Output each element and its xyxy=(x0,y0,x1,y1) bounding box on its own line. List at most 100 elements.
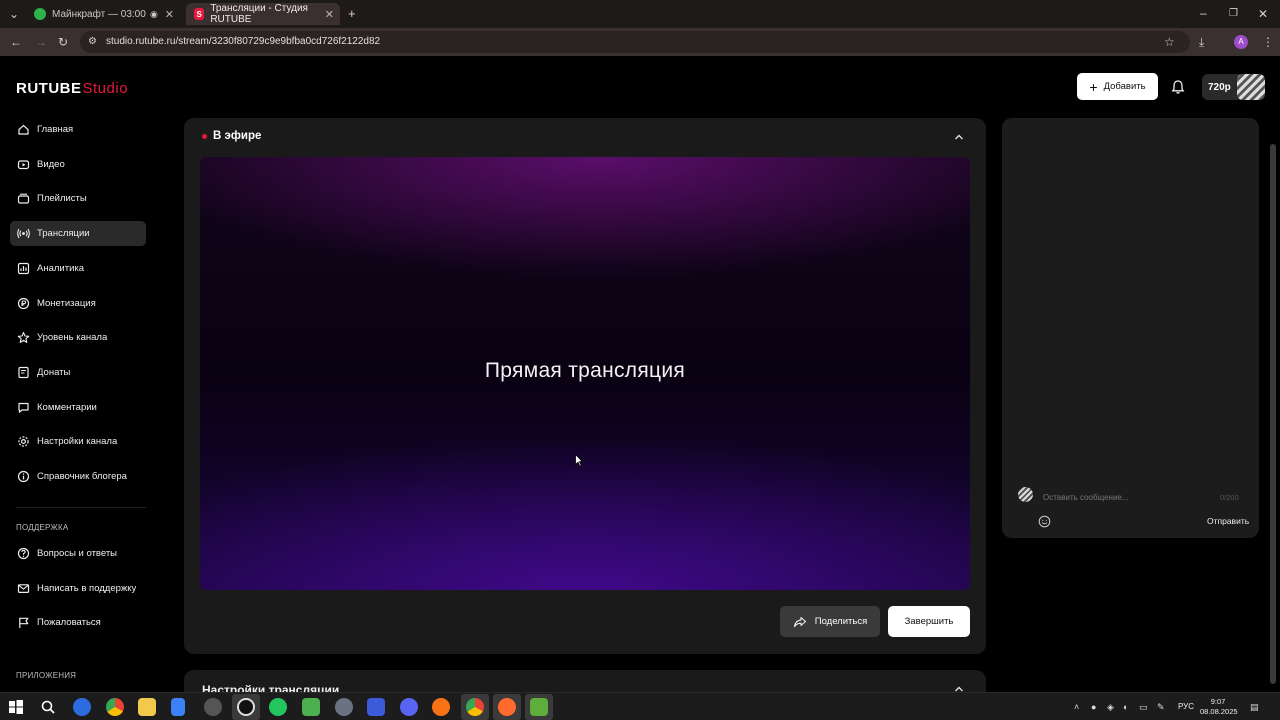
monetization-icon xyxy=(17,297,30,309)
channel-avatar[interactable] xyxy=(1237,74,1265,100)
browser-address-bar: ← → ↻ ⚙ studio.rutube.ru/stream/3230f807… xyxy=(0,28,1280,56)
send-button[interactable]: Отправить xyxy=(1207,516,1249,526)
file-explorer-icon[interactable] xyxy=(138,698,156,716)
notification-bell-icon[interactable] xyxy=(1170,79,1186,95)
app-icon-globe[interactable] xyxy=(204,698,222,716)
player-placeholder-text: Прямая трансляция xyxy=(484,359,686,382)
microphone-icon[interactable]: ● xyxy=(1091,702,1096,712)
sidebar-item-2[interactable]: Плейлисты xyxy=(10,186,146,211)
support-item-2[interactable]: Пожаловаться xyxy=(10,610,146,635)
sidebar-item-0[interactable]: Главная xyxy=(10,117,146,142)
notification-center-icon[interactable]: ▤ xyxy=(1250,702,1259,713)
profile-avatar-icon[interactable]: A xyxy=(1234,35,1248,49)
chat-message-input[interactable]: Оставить сообщение... xyxy=(1043,493,1129,502)
firefox-icon xyxy=(498,698,516,716)
stream-settings-card[interactable]: Настройки трансляции xyxy=(184,670,986,692)
forward-icon[interactable]: → xyxy=(35,36,47,48)
download-icon[interactable]: ⤓ xyxy=(1199,36,1204,48)
mouse-cursor-icon xyxy=(575,454,583,467)
sidebar-item-8[interactable]: Комментарии xyxy=(10,395,146,420)
sidebar-item-label: Трансляции xyxy=(37,228,90,240)
minecraft-icon[interactable] xyxy=(302,698,320,716)
browser-tab-bar: ⌄ Майнкрафт — 03:00 ◉ ✕ S Трансляции - С… xyxy=(0,0,1280,28)
browser-tab-rutube[interactable]: S Трансляции - Студия RUTUBE ✕ xyxy=(186,3,340,25)
app-icon-orange[interactable] xyxy=(432,698,450,716)
windows-start-icon[interactable] xyxy=(7,698,25,716)
sidebar-item-5[interactable]: Монетизация xyxy=(10,291,146,316)
support-item-1[interactable]: Написать в поддержку xyxy=(10,576,146,601)
obs-inner-icon xyxy=(237,698,255,716)
chat-char-counter: 0/200 xyxy=(1220,493,1239,502)
sidebar-item-label: Настройки канала xyxy=(37,436,118,448)
sidebar-item-4[interactable]: Аналитика xyxy=(10,256,146,281)
audio-icon[interactable]: ◉ xyxy=(150,9,158,20)
browser-tab-minecraft[interactable]: Майнкрафт — 03:00 ◉ ✕ xyxy=(26,3,180,25)
tray-chevron-icon[interactable]: ˄ xyxy=(1074,702,1079,712)
maximize-icon[interactable]: ❐ xyxy=(1229,8,1238,20)
bookmark-star-icon[interactable]: ☆ xyxy=(1164,36,1175,48)
pen-icon[interactable]: ✎ xyxy=(1157,702,1165,713)
sidebar-item-label: Аналитика xyxy=(37,262,85,274)
close-window-icon[interactable]: ✕ xyxy=(1258,8,1268,20)
calculator-icon[interactable] xyxy=(171,698,185,716)
donate-icon xyxy=(18,366,29,378)
search-icon[interactable] xyxy=(39,698,57,716)
url-text: studio.rutube.ru/stream/3230f80729c9e9bf… xyxy=(106,36,381,47)
emoji-icon[interactable] xyxy=(1038,515,1051,528)
display-icon[interactable]: ▭ xyxy=(1139,702,1148,713)
studio-page: RUTUBEStudio Главная Видео Плейлисты Трансл… xyxy=(0,56,1280,692)
sidebar-item-7[interactable]: Донаты xyxy=(10,360,146,385)
support-item-0[interactable]: Вопросы и ответы xyxy=(10,541,146,566)
app-icon-gear[interactable] xyxy=(335,698,353,716)
chat-panel: Оставить сообщение... 0/200 Отправить xyxy=(1002,118,1259,538)
tab-search-icon[interactable]: ⌄ xyxy=(9,8,19,20)
tab-title: Трансляции - Студия RUTUBE xyxy=(210,3,308,25)
sidebar-item-3[interactable]: Трансляции xyxy=(10,221,146,247)
page-scrollbar[interactable] xyxy=(1270,144,1276,684)
sidebar-item-1[interactable]: Видео xyxy=(10,152,146,177)
app-icon-green[interactable] xyxy=(269,698,287,716)
network-icon[interactable]: ◈ xyxy=(1107,702,1114,713)
chevron-up-icon[interactable] xyxy=(953,131,965,143)
stream-preview-player[interactable]: Прямая трансляция xyxy=(200,157,970,590)
language-indicator[interactable]: РУС xyxy=(1178,702,1194,711)
sidebar-item-label: Справочник блогера xyxy=(37,471,127,482)
rutube-favicon-icon: S xyxy=(194,8,205,20)
discord-icon[interactable] xyxy=(400,698,418,716)
volume-icon[interactable]: ◐ xyxy=(1123,702,1128,712)
taskbar: ˄ ● ◈ ◐ ▭ ✎ РУС 9:07 08.08.2025 ▤ xyxy=(0,692,1280,720)
add-button[interactable]: + Добавить xyxy=(1077,73,1158,100)
app-icon-blue[interactable] xyxy=(367,698,385,716)
plus-icon: + xyxy=(1089,78,1098,95)
minecraft-launcher-icon xyxy=(530,698,548,716)
gear-icon xyxy=(18,436,29,447)
sidebar-item-10[interactable]: Справочник блогера xyxy=(10,464,146,489)
reload-icon[interactable]: ↻ xyxy=(58,36,68,48)
comment-icon xyxy=(18,402,29,413)
whatsapp-icon xyxy=(34,8,46,20)
browser-menu-icon[interactable]: ⋮ xyxy=(1262,36,1274,48)
close-tab-icon[interactable]: ✕ xyxy=(165,8,174,21)
chrome-icon[interactable] xyxy=(106,698,124,716)
url-field[interactable]: ⚙ studio.rutube.ru/stream/3230f80729c9e9… xyxy=(80,31,1190,53)
sidebar-item-9[interactable]: Настройки канала xyxy=(10,429,146,454)
mail-icon xyxy=(17,583,30,593)
app-icon-flame[interactable] xyxy=(73,698,91,716)
settings-title: Настройки трансляции xyxy=(202,683,340,692)
minimize-icon[interactable]: – xyxy=(1200,7,1207,19)
back-icon[interactable]: ← xyxy=(10,36,22,48)
new-tab-button[interactable]: + xyxy=(348,7,356,20)
analytics-icon xyxy=(17,262,30,274)
close-tab-icon[interactable]: ✕ xyxy=(325,8,334,21)
share-button[interactable]: Поделиться xyxy=(780,606,880,637)
clock[interactable]: 9:07 08.08.2025 xyxy=(1200,697,1238,717)
sidebar-item-label: Уровень канала xyxy=(37,332,108,344)
chevron-up-icon[interactable] xyxy=(953,683,965,692)
end-stream-button[interactable]: Завершить xyxy=(888,606,970,637)
rutube-studio-logo[interactable]: RUTUBEStudio xyxy=(16,80,128,97)
sidebar-item-label: Комментарии xyxy=(37,401,97,413)
sidebar-item-6[interactable]: Уровень канала xyxy=(10,325,146,350)
sidebar-item-label: Плейлисты xyxy=(37,193,87,205)
site-info-icon[interactable]: ⚙ xyxy=(88,36,97,48)
live-indicator-dot xyxy=(202,134,207,139)
